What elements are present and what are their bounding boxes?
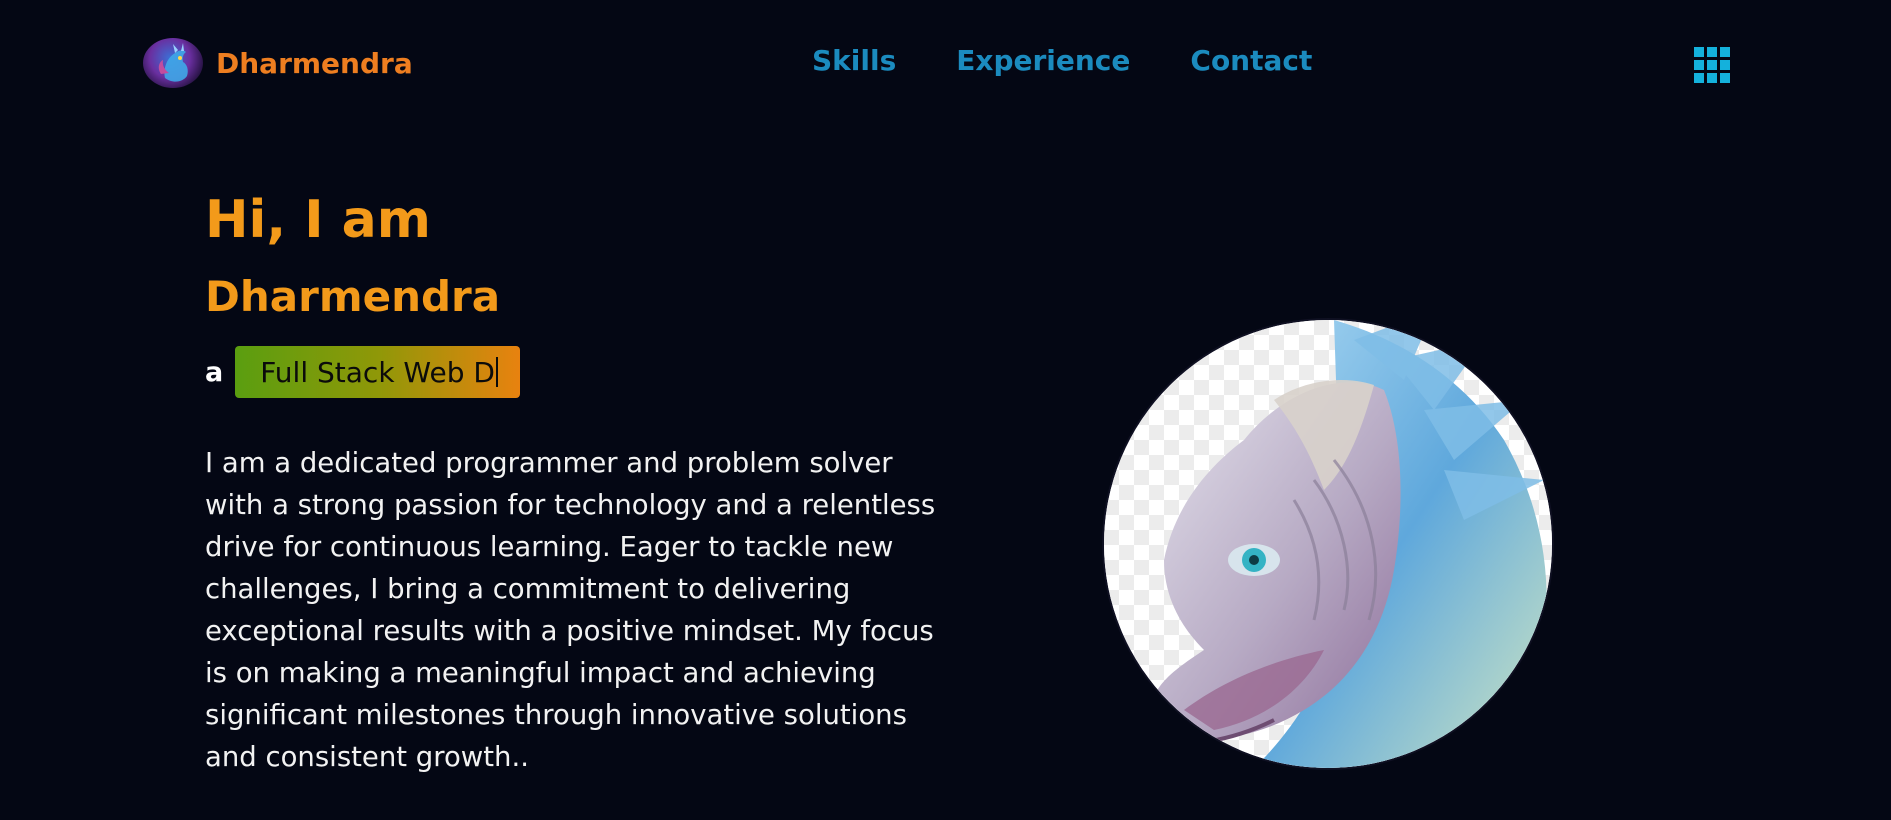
grid-dot: [1694, 47, 1704, 57]
nav-links: Skills Experience Contact: [812, 44, 1312, 77]
grid-dot: [1694, 73, 1704, 83]
hero-bio: I am a dedicated programmer and problem …: [205, 447, 936, 773]
nav-link-skills[interactable]: Skills: [812, 44, 896, 77]
grid-dot: [1720, 60, 1730, 70]
grid-dot: [1720, 47, 1730, 57]
grid-dot: [1694, 60, 1704, 70]
grid-dot: [1707, 73, 1717, 83]
dragon-portrait-image: [1104, 320, 1552, 768]
brand-avatar: [143, 38, 203, 88]
typing-caret: [495, 357, 498, 387]
hero-greeting: Hi, I am: [205, 190, 431, 250]
hero-intro: Hi, I am Dharmendra a Full Stack Web D I…: [205, 190, 945, 778]
navbar: Dharmendra Skills Experience Contact: [0, 0, 1891, 130]
brand-name: Dharmendra: [216, 46, 413, 80]
nav-link-experience[interactable]: Experience: [956, 44, 1130, 77]
brand-logo-link[interactable]: Dharmendra: [143, 38, 413, 88]
grid-menu-icon[interactable]: [1694, 47, 1730, 83]
nav-link-contact[interactable]: Contact: [1190, 44, 1312, 77]
grid-dot: [1707, 47, 1717, 57]
role-prefix: a: [205, 356, 224, 388]
hero-role-row: a Full Stack Web D: [205, 346, 945, 398]
typed-role-chip: Full Stack Web D: [235, 346, 520, 398]
grid-dot: [1707, 60, 1717, 70]
hero-name: Dharmendra: [205, 272, 501, 321]
typed-role-text: Full Stack Web D: [260, 355, 495, 389]
grid-dot: [1720, 73, 1730, 83]
